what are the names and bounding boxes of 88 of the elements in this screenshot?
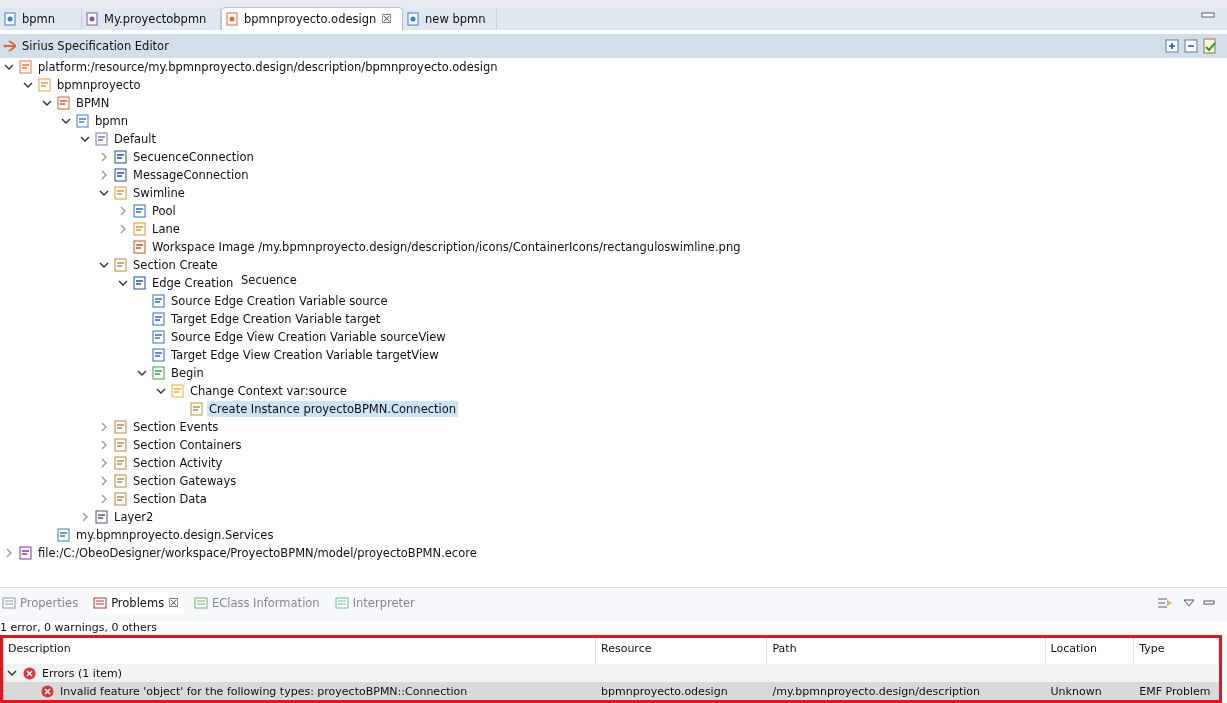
editor-tab[interactable]: new bpmn bbox=[403, 8, 497, 30]
close-icon[interactable]: ☒ bbox=[168, 596, 179, 610]
tree-item[interactable]: SecuenceConnection bbox=[131, 148, 256, 165]
table-cell: EMF Problem bbox=[1139, 684, 1211, 698]
node-icon bbox=[150, 292, 166, 309]
view-icon bbox=[93, 596, 108, 610]
tree-item[interactable]: BPMN bbox=[74, 94, 112, 111]
node-icon bbox=[112, 490, 128, 507]
node-icon bbox=[131, 220, 147, 237]
file-icon bbox=[85, 12, 99, 26]
tree-item[interactable]: MessageConnection bbox=[131, 166, 251, 183]
validate-icon[interactable] bbox=[1203, 37, 1217, 54]
table-cell: Unknown bbox=[1050, 684, 1102, 698]
tree-item[interactable]: Swimline bbox=[131, 184, 187, 201]
node-icon bbox=[169, 382, 185, 399]
node-icon bbox=[112, 256, 128, 273]
node-icon bbox=[112, 436, 128, 453]
node-icon bbox=[131, 274, 147, 291]
tree-item[interactable]: Section Gateways bbox=[131, 472, 239, 489]
node-icon bbox=[112, 472, 128, 489]
tree-item[interactable]: Default bbox=[112, 130, 159, 147]
tree-item[interactable]: Source Edge View Creation Variable sourceView bbox=[169, 328, 448, 345]
editor-title: Sirius Specification Editor bbox=[22, 38, 169, 53]
tree-item[interactable]: Section Create bbox=[131, 256, 220, 273]
minimize-icon[interactable] bbox=[1203, 600, 1215, 606]
group-label[interactable]: Errors (1 item) bbox=[42, 666, 122, 680]
tree-item[interactable]: Begin bbox=[169, 364, 206, 381]
node-icon bbox=[131, 202, 147, 219]
node-icon bbox=[112, 148, 128, 165]
node-icon bbox=[112, 166, 128, 183]
tree-item[interactable]: Pool bbox=[150, 202, 178, 219]
tree-item[interactable]: Section Data bbox=[131, 490, 209, 507]
close-icon[interactable]: ☒ bbox=[381, 12, 393, 26]
view-tab[interactable]: Problems ☒ bbox=[91, 592, 184, 614]
tree-item[interactable]: Workspace Image /my.bpmnproyecto.design/description/icons/ContainerIcons/rectanguloswimline.png bbox=[150, 238, 743, 255]
node-icon bbox=[150, 328, 166, 345]
view-menu-icon[interactable] bbox=[1183, 599, 1195, 607]
tree-item[interactable]: bpmn bbox=[93, 112, 131, 129]
table-cell: /my.bpmnproyecto.design/description bbox=[772, 684, 981, 698]
tree-item[interactable]: Section Activity bbox=[131, 454, 225, 471]
view-icon bbox=[193, 596, 208, 610]
view-icon bbox=[334, 596, 349, 610]
tree-item[interactable]: Create Instance proyectoBPMN.Connection bbox=[207, 400, 459, 417]
node-icon bbox=[112, 454, 128, 471]
tree-item[interactable]: Lane bbox=[150, 220, 182, 237]
tree-item[interactable]: Section Containers bbox=[131, 436, 244, 453]
problems-summary: 1 error, 0 warnings, 0 others bbox=[0, 621, 1227, 635]
tree-item[interactable]: Section Events bbox=[131, 418, 221, 435]
editor-tab[interactable]: bpmnproyecto.odesign ☒ bbox=[221, 7, 404, 30]
tree-item[interactable]: Layer2 bbox=[112, 508, 156, 525]
tree-item[interactable]: Edge Creation bbox=[150, 274, 236, 291]
editor-tab[interactable]: My.proyectobpmn bbox=[82, 8, 221, 30]
node-icon bbox=[150, 346, 166, 363]
minimize-icon[interactable] bbox=[1201, 12, 1215, 18]
node-icon bbox=[55, 526, 71, 543]
node-icon bbox=[17, 544, 33, 561]
node-icon bbox=[150, 364, 166, 381]
error-icon bbox=[41, 684, 54, 698]
tree-item[interactable]: Source Edge Creation Variable source bbox=[169, 292, 390, 309]
problem-row[interactable]: Invalid feature 'object' for the following types: proyectoBPMN::Connection bpmnproyecto.odesign /my.bpmnproyecto.design/description Unknown EMF Problem bbox=[3, 682, 1219, 700]
node-icon bbox=[55, 94, 71, 111]
node-icon bbox=[93, 508, 109, 525]
table-cell: Invalid feature 'object' for the following types: proyectoBPMN::Connection bbox=[60, 684, 468, 698]
error-icon bbox=[23, 666, 36, 680]
node-icon bbox=[112, 184, 128, 201]
file-icon bbox=[225, 12, 239, 26]
tree-item[interactable]: Target Edge View Creation Variable targetView bbox=[169, 346, 441, 363]
node-icon bbox=[150, 310, 166, 327]
file-icon bbox=[3, 12, 17, 26]
node-icon bbox=[74, 112, 90, 129]
node-icon bbox=[112, 418, 128, 435]
tree-item[interactable]: Change Context var:source bbox=[188, 382, 349, 399]
node-icon bbox=[93, 130, 109, 147]
editor-tab[interactable]: bpmn bbox=[0, 8, 82, 30]
node-icon bbox=[36, 76, 52, 93]
tree-item[interactable]: Target Edge Creation Variable target bbox=[169, 310, 383, 327]
node-icon bbox=[188, 400, 204, 417]
tree-item[interactable]: file:/C:/ObeoDesigner/workspace/ProyectoBPMN/model/proyectoBPMN.ecore bbox=[36, 544, 479, 561]
file-icon bbox=[406, 12, 421, 26]
chevron-icon[interactable] bbox=[7, 668, 17, 678]
node-icon bbox=[17, 58, 33, 75]
collapse-all-icon[interactable] bbox=[1184, 38, 1198, 53]
tree-item[interactable]: bpmnproyecto bbox=[55, 76, 143, 93]
tree-item[interactable]: platform:/resource/my.bpmnproyecto.design/description/bpmnproyecto.odesign bbox=[36, 58, 500, 75]
expand-all-icon[interactable] bbox=[1165, 38, 1179, 53]
node-icon bbox=[131, 238, 147, 255]
tree-item[interactable]: my.bpmnproyecto.design.Services bbox=[74, 526, 276, 543]
table-cell: bpmnproyecto.odesign bbox=[601, 684, 728, 698]
